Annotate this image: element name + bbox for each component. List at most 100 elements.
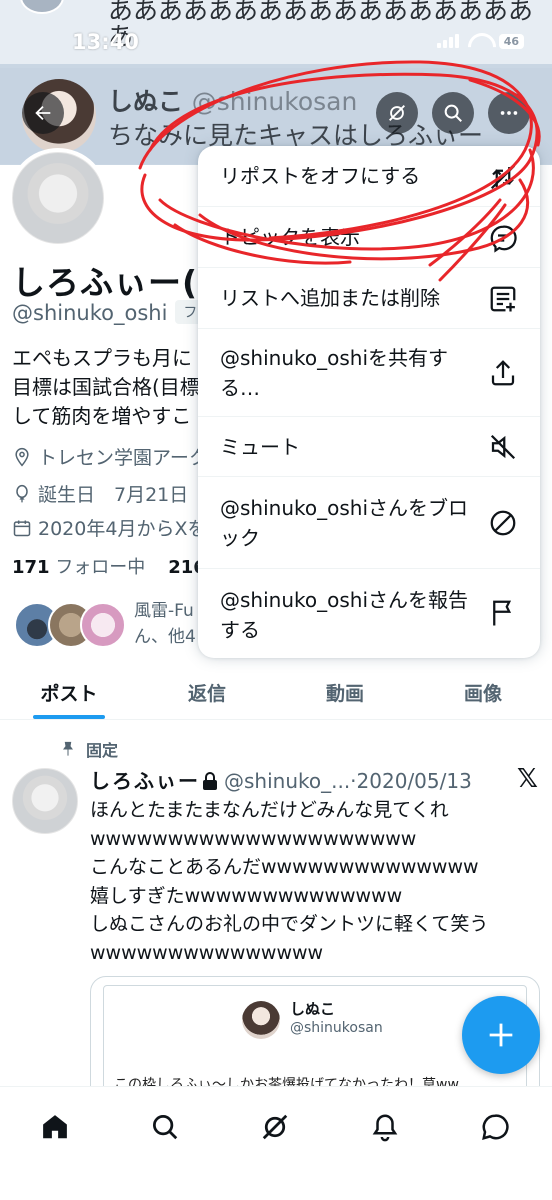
- grok-button[interactable]: [376, 92, 418, 134]
- more-icon: [500, 111, 518, 115]
- tab-replies[interactable]: 返信: [138, 668, 276, 719]
- post-text-line: 嬉しすぎたwwwwwwwwwwwwww: [90, 884, 403, 907]
- menu-item-topics[interactable]: トピックを表示: [198, 207, 540, 268]
- header-name-text: しぬこ: [108, 87, 184, 116]
- arrow-left-icon: [35, 105, 51, 121]
- compose-button[interactable]: [462, 996, 540, 1074]
- followed-by-avatars[interactable]: [14, 602, 126, 652]
- status-icons: 46: [436, 33, 524, 49]
- post-text-line: しぬこさんのお礼の中でダントツに軽くて笑う: [90, 913, 489, 935]
- follow-counts: 171 フォロー中 216 フ: [12, 553, 202, 579]
- post-author-name[interactable]: しろふぃー: [90, 769, 200, 793]
- header-handle: @shinukosan: [191, 87, 358, 116]
- follower-avatar: [80, 602, 126, 648]
- menu-item-label: @shinuko_oshiさんを報告する: [220, 588, 468, 642]
- bottom-nav: [0, 1086, 552, 1200]
- followed-by-line: 風雷-Fu: [134, 601, 194, 621]
- topic-icon: [488, 223, 518, 253]
- background-post-text: あああああああああああああああああ: [108, 0, 534, 25]
- joined-text: 2020年4月からXを: [38, 518, 202, 540]
- profile-handle-text: @shinuko_oshi: [12, 301, 168, 325]
- nav-home[interactable]: [33, 1105, 77, 1149]
- profile-tabs: ポスト 返信 動画 画像: [0, 668, 552, 720]
- following-count[interactable]: 171: [12, 557, 50, 578]
- profile-avatar[interactable]: [8, 148, 108, 248]
- bio-line: して筋肉を増やすこ: [12, 404, 192, 428]
- post-body: ほんとたまたまなんだけどみんな見てくれ wwwwwwwwwwwwwwwwwwww…: [90, 796, 540, 967]
- signal-icon: [436, 34, 459, 48]
- status-time: 13:40: [72, 30, 139, 54]
- menu-item-block[interactable]: @shinuko_oshiさんをブロック: [198, 477, 540, 569]
- search-button[interactable]: [432, 92, 474, 134]
- balloon-icon: [16, 484, 28, 502]
- mute-icon: [488, 432, 518, 462]
- menu-item-label: リポストをオフにする: [220, 164, 421, 188]
- pinned-label: 固定: [60, 737, 118, 761]
- x-logo-icon: 𝕏: [517, 764, 538, 794]
- menu-item-label: リストへ追加または削除: [220, 286, 440, 310]
- post-header: しろふぃー @shinuko_...·2020/05/13: [90, 765, 502, 794]
- overflow-menu: リポストをオフにする トピックを表示 リストへ追加または削除 @shinuko_…: [198, 146, 540, 658]
- block-icon: [488, 508, 518, 538]
- location-pin-icon: [15, 447, 29, 466]
- nav-search[interactable]: [143, 1105, 187, 1149]
- followers-count[interactable]: 216: [168, 557, 202, 578]
- profile-joined: 2020年4月からXを: [12, 514, 202, 541]
- post-text-line: こんなことあるんだwwwwwwwwwwwwww: [90, 856, 479, 878]
- post-avatar[interactable]: [12, 768, 78, 834]
- profile-banner: あああああああああああああああああ あ しぬこ @shinukosan ちなみに…: [0, 0, 552, 165]
- nav-messages[interactable]: [473, 1105, 517, 1149]
- post-text-line: wwwwwwwwwwwwwwwwwwwww: [90, 827, 417, 850]
- pinned-text: 固定: [86, 741, 119, 760]
- profile-location: トレセン学園アーク: [12, 443, 202, 470]
- bell-icon: [372, 1114, 398, 1142]
- search-icon: [444, 104, 462, 122]
- plus-icon: [489, 1023, 513, 1047]
- post-text-line: ほんとたまたまなんだけどみんな見てくれ: [90, 799, 449, 821]
- profile-bio: エペもスプラも月に 目標は国試合格(目標 して筋肉を増やすこ: [12, 344, 202, 431]
- lock-icon: [203, 772, 217, 790]
- profile-handle: @shinuko_oshi フ: [12, 300, 206, 325]
- back-button[interactable]: [22, 92, 64, 134]
- profile-birthday: 誕生日 7月21日: [12, 480, 202, 507]
- menu-item-label: @shinuko_oshiさんをブロック: [220, 496, 468, 550]
- nav-grok[interactable]: [253, 1105, 297, 1149]
- nav-notifications[interactable]: [363, 1105, 407, 1149]
- profile-name: しろふぃー(: [12, 263, 199, 302]
- menu-item-mute[interactable]: ミュート: [198, 417, 540, 477]
- pin-icon: [63, 741, 73, 756]
- followed-by-text[interactable]: 風雷-Fu ん、他4: [134, 598, 200, 650]
- menu-item-lists[interactable]: リストへ追加または削除: [198, 268, 540, 329]
- bio-line: 目標は国試合格(目標: [12, 375, 200, 399]
- tab-images[interactable]: 画像: [414, 668, 552, 719]
- battery-icon: 46: [498, 33, 524, 49]
- quote-avatar: [242, 1001, 280, 1039]
- grok-icon: [389, 105, 405, 121]
- wifi-icon: [468, 33, 490, 49]
- calendar-icon: [13, 520, 31, 536]
- bio-line: エペもスプラも月に: [12, 346, 192, 370]
- tab-videos[interactable]: 動画: [276, 668, 414, 719]
- flag-icon: [488, 598, 518, 628]
- share-icon: [488, 358, 518, 388]
- menu-item-label: ミュート: [220, 435, 300, 459]
- chat-bubble-icon: [482, 1114, 509, 1141]
- header-name: しぬこ @shinukosan: [108, 82, 357, 118]
- menu-item-share[interactable]: @shinuko_oshiを共有する…: [198, 329, 540, 417]
- followed-by-line: ん、他4: [134, 627, 196, 647]
- menu-item-report[interactable]: @shinuko_oshiさんを報告する: [198, 569, 540, 658]
- menu-item-label: トピックを表示: [220, 225, 360, 249]
- menu-item-repost-off[interactable]: リポストをオフにする: [198, 146, 540, 207]
- following-label[interactable]: フォロー中: [55, 557, 145, 578]
- quote-handle: @shinukosan: [290, 1020, 383, 1036]
- tab-posts[interactable]: ポスト: [0, 668, 138, 719]
- home-icon: [43, 1115, 67, 1139]
- birthday-text: 誕生日 7月21日: [38, 484, 189, 506]
- post-text-line: wwwwwwwwwwwwwww: [90, 941, 324, 964]
- grok-icon: [262, 1114, 288, 1140]
- repost-off-icon: [488, 162, 518, 192]
- more-button[interactable]: [488, 92, 530, 134]
- quote-name: しぬこ: [290, 1000, 336, 1018]
- search-icon: [153, 1115, 178, 1140]
- location-text: トレセン学園アーク: [38, 447, 202, 469]
